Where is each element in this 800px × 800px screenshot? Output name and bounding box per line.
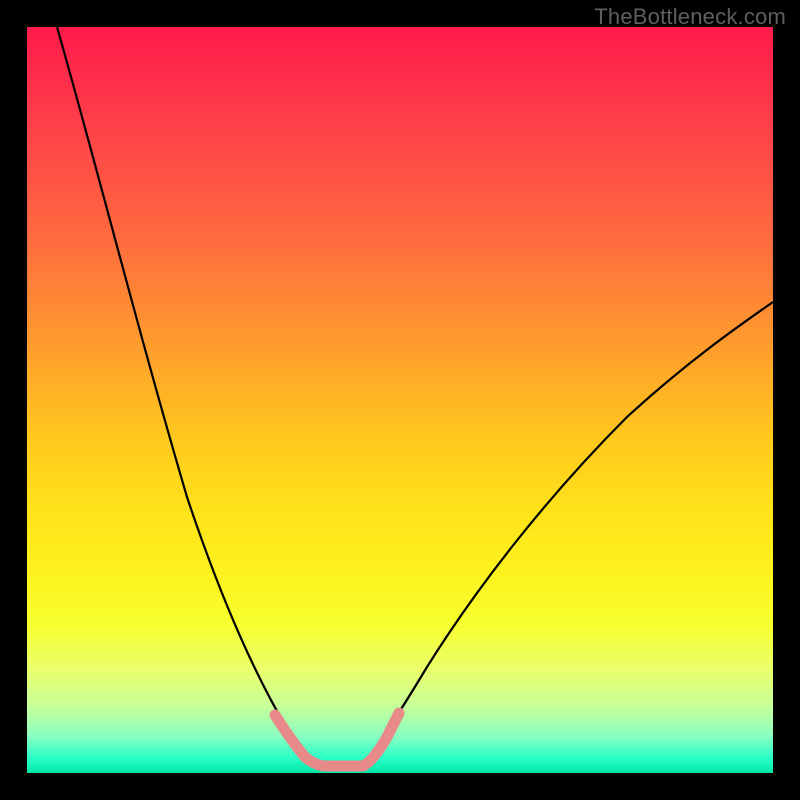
left-curve-path — [57, 27, 317, 765]
right-curve-path — [362, 302, 773, 765]
watermark-text: TheBottleneck.com — [594, 4, 786, 30]
chart-frame: TheBottleneck.com — [0, 0, 800, 800]
pink-marker-left-path — [275, 715, 323, 766]
chart-curves-svg — [27, 27, 773, 773]
pink-marker-right-path — [363, 713, 399, 766]
